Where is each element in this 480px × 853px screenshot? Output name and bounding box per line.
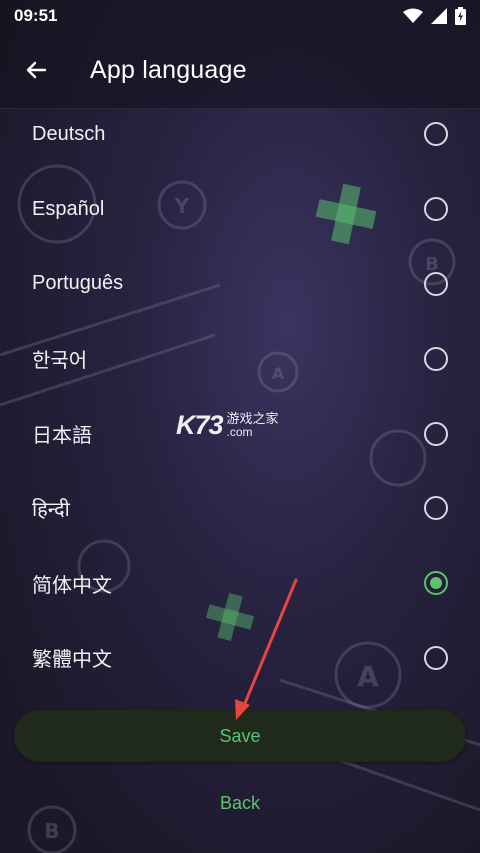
wifi-icon (403, 8, 423, 23)
status-time: 09:51 (14, 6, 58, 25)
language-label: Português (32, 272, 124, 295)
arrow-left-icon (26, 61, 47, 79)
language-option-japanese[interactable]: 日本語 (0, 396, 480, 471)
language-label: 日本語 (32, 425, 92, 448)
radio-button[interactable] (424, 496, 448, 521)
language-option-korean[interactable]: 한국어 (0, 321, 480, 396)
page-title: App language (90, 55, 247, 84)
language-label: Deutsch (32, 122, 106, 145)
status-icons (403, 7, 466, 25)
radio-button[interactable] (424, 122, 448, 147)
battery-icon (455, 7, 466, 25)
radio-button[interactable] (424, 197, 448, 222)
language-list: Deutsch Español Português 한국어 日本語 हिन्दी… (0, 97, 480, 695)
radio-button-selected[interactable] (424, 571, 448, 596)
back-button[interactable]: Back (190, 782, 290, 824)
status-bar: 09:51 (0, 0, 480, 32)
language-option-portugues[interactable]: Português (0, 247, 480, 322)
language-label: Español (32, 197, 105, 220)
language-option-hindi[interactable]: हिन्दी (0, 471, 480, 546)
language-label: हिन्दी (32, 498, 70, 521)
language-option-espanol[interactable]: Español (0, 172, 480, 247)
language-label: 한국어 (32, 350, 88, 373)
save-button[interactable]: Save (14, 710, 466, 762)
language-option-deutsch[interactable]: Deutsch (0, 97, 480, 172)
signal-icon (431, 8, 447, 24)
svg-text:B: B (44, 819, 59, 843)
radio-button[interactable] (424, 421, 448, 446)
language-label: 繁體中文 (32, 649, 112, 672)
radio-button[interactable] (424, 271, 448, 296)
app-screen: Y B A A B 09:51 App language Deutsch Esp… (0, 0, 480, 853)
language-label: 简体中文 (32, 574, 112, 597)
radio-button[interactable] (424, 346, 448, 371)
language-option-traditional-chinese[interactable]: 繁體中文 (0, 621, 480, 696)
language-option-simplified-chinese[interactable]: 简体中文 (0, 546, 480, 621)
radio-button[interactable] (424, 645, 448, 670)
